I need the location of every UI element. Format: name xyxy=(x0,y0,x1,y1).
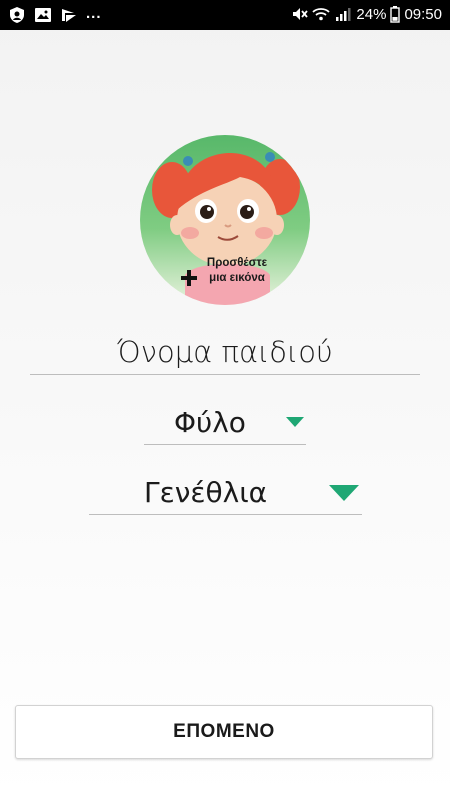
add-picture-caption-line1: Προσθέστε xyxy=(206,257,268,269)
gender-label: Φύλο xyxy=(174,406,246,439)
child-name-input[interactable] xyxy=(30,330,420,375)
gender-dropdown[interactable]: Φύλο xyxy=(144,402,306,445)
wifi-icon xyxy=(312,5,331,23)
add-picture-caption: Προσθέστε μια εικόνα xyxy=(140,256,310,286)
status-bar-right: 24% 09:50 xyxy=(290,5,442,23)
play-store-icon xyxy=(60,6,78,24)
clock: 09:50 xyxy=(404,5,442,23)
status-bar-left: ... xyxy=(8,4,102,24)
caret-down-icon xyxy=(286,417,304,427)
add-picture-caption-line2: μια εικόνα xyxy=(209,272,265,284)
birthday-label: Γενέθλια xyxy=(144,476,268,509)
image-icon xyxy=(34,6,52,24)
battery-icon xyxy=(390,5,401,23)
shield-icon xyxy=(8,6,26,24)
battery-percent: 24% xyxy=(356,5,387,23)
mute-icon xyxy=(290,5,309,23)
more-notifications: ... xyxy=(86,4,102,22)
add-picture-button[interactable]: Προσθέστε μια εικόνα xyxy=(140,135,310,305)
birthday-dropdown[interactable]: Γενέθλια xyxy=(89,472,362,515)
status-bar: ... 24% 09:50 xyxy=(0,0,450,30)
next-button[interactable]: ΕΠΟΜΕΝΟ xyxy=(15,705,433,759)
signal-icon xyxy=(334,5,352,23)
caret-down-icon xyxy=(329,485,359,501)
